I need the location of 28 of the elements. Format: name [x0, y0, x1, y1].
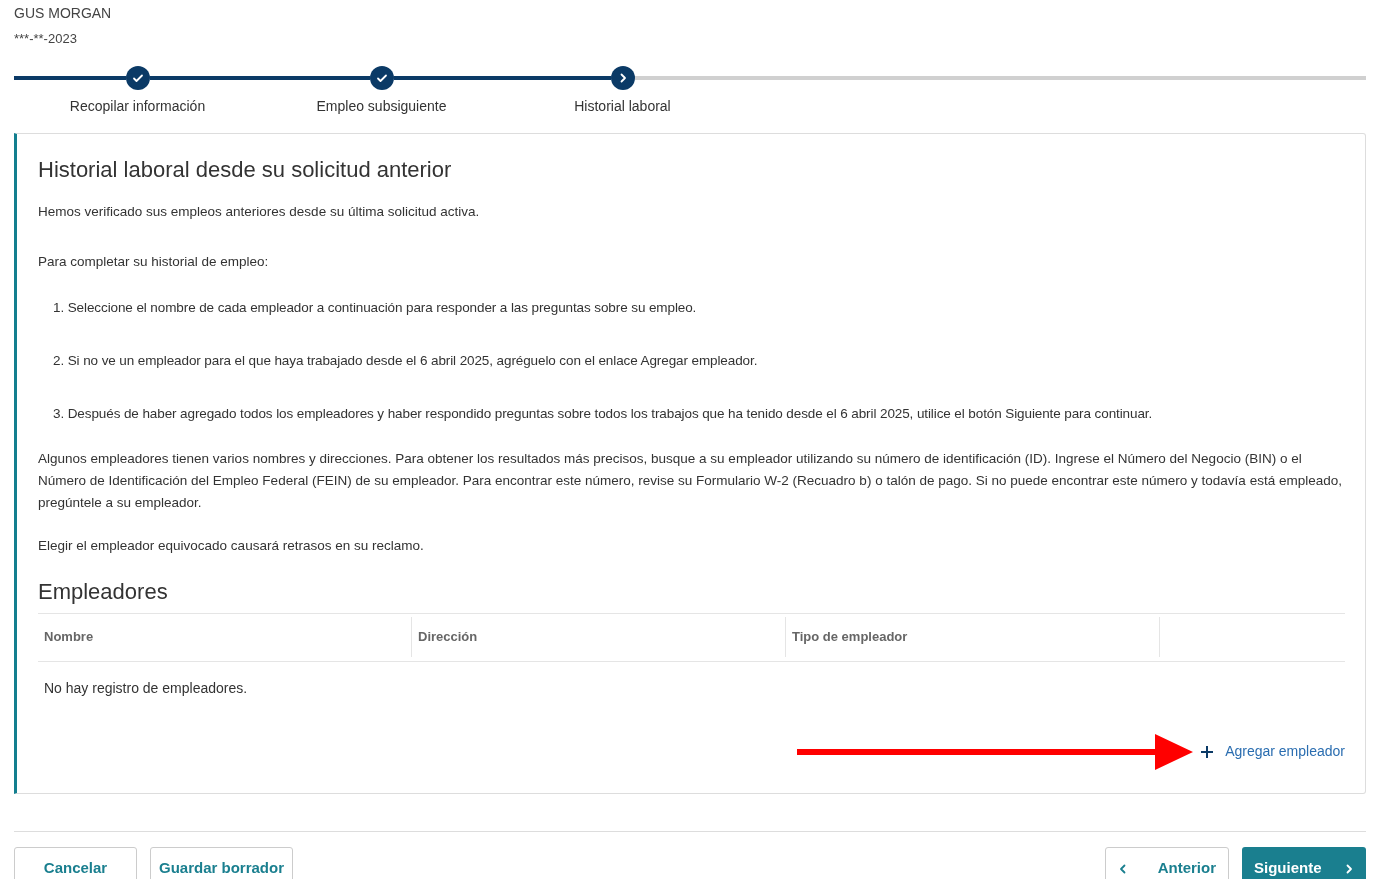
check-icon — [131, 72, 144, 84]
intro-text: Hemos verificado sus empleos anteriores desde su última solicitud activa. — [38, 203, 481, 221]
previous-button[interactable]: Anterior — [1105, 846, 1229, 879]
note-text: Algunos empleadores tienen varios nombres y direcciones. Para obtener los resultados más precisos, busque a su empleador utilizando su número de identificación (ID). Ingrese el Número del Negocio (BIN) o el Número de Identificación del Empleo Federal (FEIN) de su empleador. Para encontrar este número, revise su Formulario W-2 (Recuadro b) o talón de pago. Si no puede encontrar este número y todavía está empleado, pregúntele a su empleador. — [38, 450, 1343, 513]
footer-button[interactable]: Cancelar — [14, 846, 137, 879]
step-label: Empleo subsiguiente — [316, 97, 447, 116]
user-name: GUS MORGAN — [14, 4, 113, 22]
empty-message: No hay registro de empleadores. — [43, 678, 249, 698]
instruction-item: 3. Después de haber agregado todos los empleadores y haber respondido preguntas sobre todos los trabajos que ha tenido desde el 6 abril 2025, utilice el botón Siguiente para continuar. — [53, 405, 1154, 423]
chevron-right-icon — [1344, 862, 1354, 875]
column-header: Tipo de empleador — [792, 628, 908, 647]
instruction-item: 1. Seleccione el nombre de cada empleador a continuación para responder a las preguntas sobre su empleo. — [53, 298, 698, 317]
add-employer-link[interactable]: Agregar empleador — [1225, 741, 1345, 762]
page-title: Historial laboral desde su solicitud anterior — [38, 156, 453, 184]
footer-button[interactable]: Guardar borrador — [150, 846, 294, 879]
chevron-left-icon — [1118, 862, 1128, 875]
list-heading: Para completar su historial de empleo: — [38, 253, 270, 272]
section-title: Empleadores — [38, 577, 169, 606]
masked-id: ***-**-2023 — [14, 30, 78, 48]
column-header: Nombre — [44, 628, 94, 647]
column-header: Dirección — [418, 628, 478, 647]
warning-text: Elegir el empleador equivocado causará retrasos en su reclamo. — [38, 537, 425, 556]
next-button[interactable]: Siguiente — [1242, 846, 1366, 879]
instruction-item: 2. Si no ve un empleador para el que haya trabajado desde el 6 abril 2025, agréguelo con el enlace Agregar empleador. — [53, 351, 759, 370]
plus-icon — [1201, 745, 1214, 758]
step-label: Historial laboral — [574, 97, 671, 116]
check-icon — [375, 72, 388, 84]
step-label: Recopilar información — [69, 97, 206, 116]
